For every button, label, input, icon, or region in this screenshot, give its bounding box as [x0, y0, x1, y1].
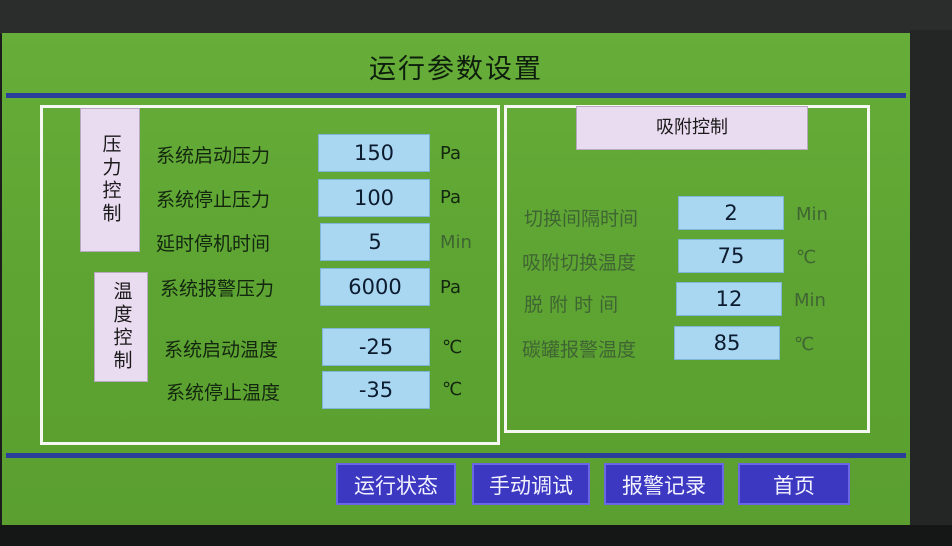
nav-button-run-status[interactable]: 运行状态	[336, 463, 456, 505]
unit-start-pressure: Pa	[440, 143, 462, 164]
unit-stop-pressure: Pa	[440, 187, 462, 208]
input-desorption-time[interactable]: 12	[676, 282, 782, 316]
label-delay-shutdown: 延时停机时间	[156, 233, 271, 255]
unit-carbon-tank-alarm-temp: ℃	[794, 334, 815, 355]
title-divider	[6, 93, 906, 98]
input-stop-pressure[interactable]: 100	[318, 179, 430, 217]
input-switch-interval[interactable]: 2	[678, 196, 784, 230]
pressure-control-label: 压力控制	[80, 108, 140, 252]
label-alarm-pressure: 系统报警压力	[160, 278, 275, 300]
unit-alarm-pressure: Pa	[440, 277, 462, 298]
input-alarm-pressure[interactable]: 6000	[320, 268, 430, 306]
temperature-control-label: 温度控制	[94, 272, 148, 382]
unit-stop-temperature: ℃	[442, 379, 463, 400]
input-delay-shutdown[interactable]: 5	[320, 223, 430, 261]
label-carbon-tank-alarm-temp: 碳罐报警温度	[522, 339, 637, 361]
label-stop-pressure: 系统停止压力	[156, 189, 271, 211]
label-start-pressure: 系统启动压力	[156, 145, 271, 167]
input-carbon-tank-alarm-temp[interactable]: 85	[674, 326, 780, 360]
label-switch-interval: 切换间隔时间	[524, 208, 639, 230]
label-stop-temperature: 系统停止温度	[166, 382, 281, 404]
unit-switch-interval: Min	[796, 204, 828, 225]
monitor-bezel-bottom	[0, 525, 952, 546]
page-title: 运行参数设置	[369, 54, 543, 85]
unit-start-temperature: ℃	[442, 337, 463, 358]
adsorption-control-header: 吸附控制	[576, 106, 808, 150]
label-desorption-time: 脱 附 时 间	[524, 294, 619, 316]
unit-delay-shutdown: Min	[440, 232, 472, 253]
input-stop-temperature[interactable]: -35	[322, 371, 430, 409]
monitor-bezel-right	[910, 30, 952, 546]
monitor-bezel-top	[0, 0, 952, 34]
nav-button-home[interactable]: 首页	[738, 463, 850, 505]
unit-desorption-time: Min	[794, 290, 826, 311]
input-start-pressure[interactable]: 150	[318, 134, 430, 172]
input-start-temperature[interactable]: -25	[322, 328, 430, 366]
nav-button-alarm-log[interactable]: 报警记录	[604, 463, 724, 505]
nav-button-manual-debug[interactable]: 手动调试	[472, 463, 590, 505]
label-adsorption-switch-temp: 吸附切换温度	[522, 252, 637, 274]
label-start-temperature: 系统启动温度	[164, 339, 279, 361]
unit-adsorption-switch-temp: ℃	[796, 247, 817, 268]
input-adsorption-switch-temp[interactable]: 75	[678, 239, 784, 273]
footer-divider	[6, 453, 906, 458]
